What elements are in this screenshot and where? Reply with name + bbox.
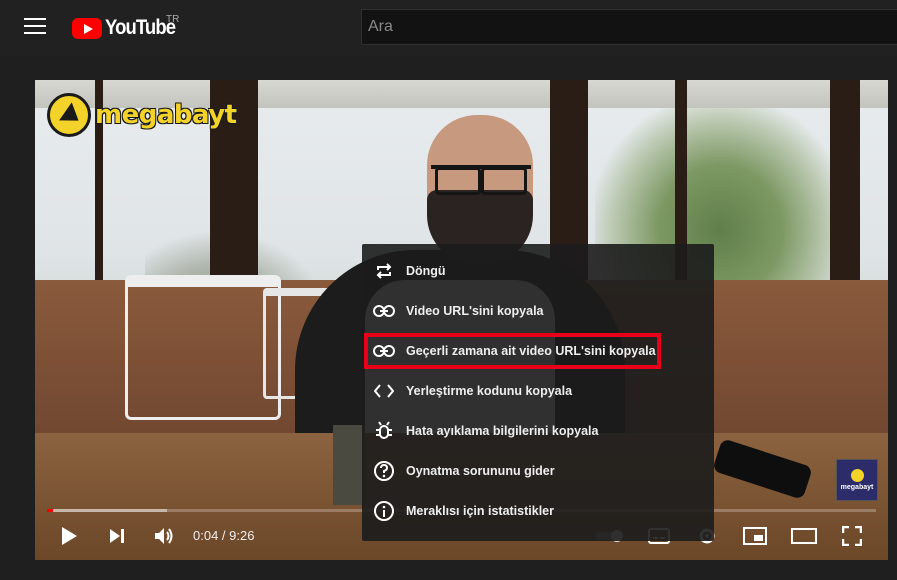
menu-item-troubleshoot[interactable]: Oynatma sorununu gider xyxy=(362,451,714,491)
megabayt-logo-icon xyxy=(47,93,91,137)
menu-item-copy-url-at-time[interactable]: Geçerli zamana ait video URL'sini kopyal… xyxy=(362,331,714,371)
fullscreen-icon xyxy=(842,526,862,546)
watermark-text: megabayt xyxy=(95,100,237,130)
progress-played xyxy=(47,509,53,512)
time-display: 0:04 / 9:26 xyxy=(193,528,255,543)
menu-item-label: Hata ayıklama bilgilerini kopyala xyxy=(406,424,599,438)
menu-item-label: Oynatma sorununu gider xyxy=(406,464,555,478)
menu-item-stats[interactable]: Meraklısı için istatistikler xyxy=(362,491,714,531)
play-icon xyxy=(62,527,77,545)
hamburger-menu-icon[interactable] xyxy=(24,18,46,38)
question-icon xyxy=(373,460,395,482)
menu-item-copy-url[interactable]: Video URL'sini kopyala xyxy=(362,291,714,331)
megabayt-small-logo-icon xyxy=(850,469,864,482)
loop-icon xyxy=(373,260,395,282)
miniplayer-button[interactable] xyxy=(737,516,773,556)
progress-buffered xyxy=(47,509,168,512)
youtube-play-icon xyxy=(72,17,102,39)
corner-brand-text: megabayt xyxy=(840,484,874,491)
corner-branding[interactable]: megabayt xyxy=(836,459,878,501)
fullscreen-button[interactable] xyxy=(834,516,870,556)
skip-next-icon xyxy=(110,529,124,543)
logo-text: YouTube xyxy=(105,16,176,39)
channel-watermark: megabayt xyxy=(47,92,237,138)
volume-button[interactable] xyxy=(146,516,182,556)
bug-icon xyxy=(373,420,395,442)
info-icon xyxy=(373,500,395,522)
menu-item-copy-embed[interactable]: Yerleştirme kodunu kopyala xyxy=(362,371,714,411)
menu-item-copy-debug[interactable]: Hata ayıklama bilgilerini kopyala xyxy=(362,411,714,451)
search-input[interactable] xyxy=(361,9,897,45)
theater-icon xyxy=(791,528,817,544)
play-button[interactable] xyxy=(51,516,87,556)
menu-item-label: Meraklısı için istatistikler xyxy=(406,504,554,518)
volume-icon xyxy=(155,528,173,544)
menu-item-label: Yerleştirme kodunu kopyala xyxy=(406,384,573,398)
code-icon xyxy=(373,380,395,402)
menu-item-label: Döngü xyxy=(406,264,446,278)
top-bar: YouTube TR xyxy=(0,0,897,56)
menu-item-label: Video URL'sini kopyala xyxy=(406,304,544,318)
link-icon xyxy=(373,340,395,362)
miniplayer-icon xyxy=(743,527,767,545)
context-menu: Döngü Video URL'sini kopyala Geçerli zam… xyxy=(362,244,714,541)
region-code: TR xyxy=(166,14,180,25)
theater-mode-button[interactable] xyxy=(786,516,822,556)
next-button[interactable] xyxy=(99,516,135,556)
menu-item-loop[interactable]: Döngü xyxy=(362,251,714,291)
link-icon xyxy=(373,300,395,322)
menu-item-label: Geçerli zamana ait video URL'sini kopyal… xyxy=(406,344,656,358)
